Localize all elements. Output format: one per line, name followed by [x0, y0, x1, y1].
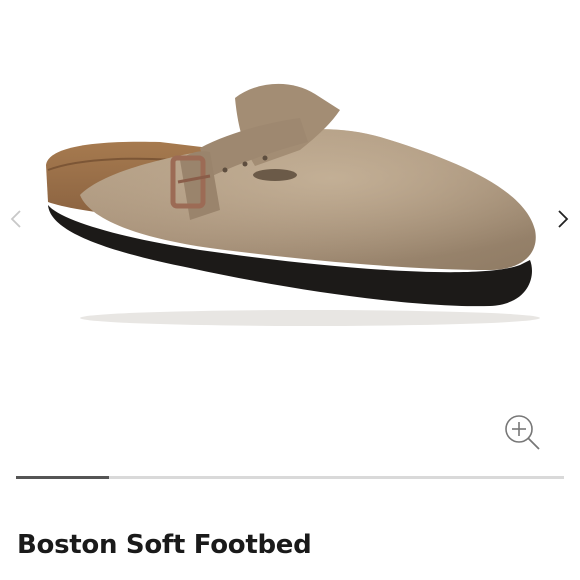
product-title: Boston Soft Footbed [17, 530, 312, 560]
gallery-progress-fill [16, 476, 110, 479]
chevron-left-icon [10, 210, 21, 228]
chevron-right-icon [558, 210, 569, 228]
product-gallery[interactable] [0, 0, 580, 470]
previous-image-button[interactable] [6, 204, 26, 234]
gallery-progress-bar[interactable] [16, 476, 564, 479]
zoom-in-icon [505, 415, 540, 450]
next-image-button[interactable] [553, 204, 573, 234]
zoom-button[interactable] [501, 411, 543, 453]
product-image [46, 83, 540, 326]
